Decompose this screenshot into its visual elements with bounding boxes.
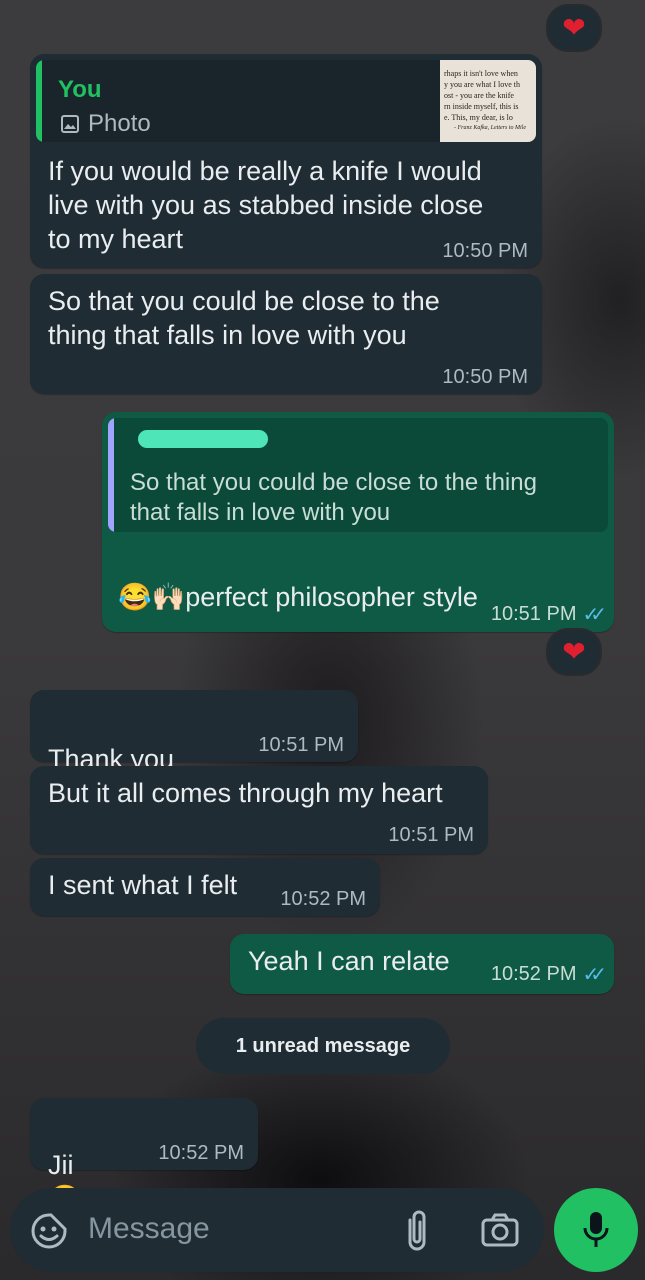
emoji: 😂🙌🏻: [118, 582, 186, 612]
message-text: I sent what I felt: [48, 870, 238, 900]
message-text: If you would be really a knife I would l…: [48, 156, 484, 254]
message-text-body: Jii: [48, 1150, 74, 1180]
message-text: But it all comes through my heart: [48, 778, 443, 808]
heart-icon: ❤: [562, 12, 586, 43]
message-time: 10:51 PM: [388, 824, 474, 846]
reply-type: Photo: [60, 110, 151, 138]
reaction-badge[interactable]: ❤: [546, 4, 602, 52]
message-time: 10:51 PM: [258, 734, 344, 756]
mic-button[interactable]: [554, 1188, 638, 1272]
reply-type-label: Photo: [88, 110, 151, 137]
unread-banner: 1 unread message: [196, 1018, 450, 1074]
thumb-line: - Franz Kafka, Letters to Mile: [454, 125, 526, 131]
reply-bar: [36, 60, 42, 142]
message-time: 10:50 PM: [442, 240, 528, 262]
message-composer[interactable]: Message: [10, 1188, 544, 1272]
thumb-line: ost - you are the knife: [444, 91, 514, 100]
thumb-line: rn inside myself, this is: [444, 102, 519, 111]
thumb-line: rhaps it isn't love when: [444, 69, 518, 78]
reply-quote[interactable]: You Photo rhaps it isn't love when y you…: [36, 60, 536, 142]
message-text-body: perfect philosopher style: [185, 582, 478, 612]
camera-icon[interactable]: [480, 1212, 520, 1248]
message-bubble-incoming[interactable]: Thank you ❤️ 10:51 PM: [30, 690, 358, 808]
message-bubble-incoming[interactable]: So that you could be close to the thing …: [30, 274, 542, 394]
message-bubble-outgoing[interactable]: Yeah I can relate 10:52 PM ✓✓: [230, 934, 614, 994]
message-time: 10:52 PM: [280, 888, 366, 910]
message-text: 😂🙌🏻perfect philosopher style: [118, 546, 478, 614]
heart-icon: ❤: [562, 636, 586, 667]
thumb-line: e. This, my dear, is lo: [444, 113, 513, 122]
redacted-name: [138, 430, 268, 448]
thumb-line: y you are what I love th: [444, 80, 520, 89]
reply-quote[interactable]: So that you could be close to the thing …: [108, 418, 608, 532]
message-time: 10:50 PM: [442, 366, 528, 388]
message-bubble-incoming[interactable]: Jii 😊 10:52 PM: [30, 1098, 258, 1214]
message-text: Yeah I can relate: [248, 946, 450, 976]
reaction-badge[interactable]: ❤: [546, 628, 602, 676]
attach-icon[interactable]: [402, 1208, 432, 1252]
message-meta: 10:52 PM ✓✓: [490, 962, 607, 987]
message-meta: 10:51 PM ✓✓: [490, 602, 607, 627]
read-ticks-icon: ✓✓: [582, 964, 606, 986]
message-input[interactable]: Message: [88, 1212, 210, 1246]
image-icon: [61, 115, 79, 133]
message-time: 10:52 PM: [490, 963, 577, 985]
mic-icon: [583, 1212, 609, 1247]
reply-author: You: [58, 76, 102, 103]
reply-bar: [108, 418, 114, 532]
sticker-icon[interactable]: [30, 1212, 68, 1250]
message-bubble-incoming[interactable]: I sent what I felt 10:52 PM: [30, 858, 380, 916]
message-bubble-incoming[interactable]: You Photo rhaps it isn't love when y you…: [30, 54, 542, 268]
message-time: 10:51 PM: [490, 603, 577, 625]
read-ticks-icon: ✓✓: [582, 604, 606, 626]
message-time: 10:52 PM: [158, 1142, 244, 1164]
message-text: So that you could be close to the thing …: [48, 286, 440, 350]
message-bubble-outgoing[interactable]: So that you could be close to the thing …: [102, 412, 614, 632]
reply-thumbnail: rhaps it isn't love when y you are what …: [440, 60, 536, 142]
reply-text: So that you could be close to the thing …: [130, 469, 537, 526]
message-bubble-incoming[interactable]: But it all comes through my heart 10:51 …: [30, 766, 488, 854]
